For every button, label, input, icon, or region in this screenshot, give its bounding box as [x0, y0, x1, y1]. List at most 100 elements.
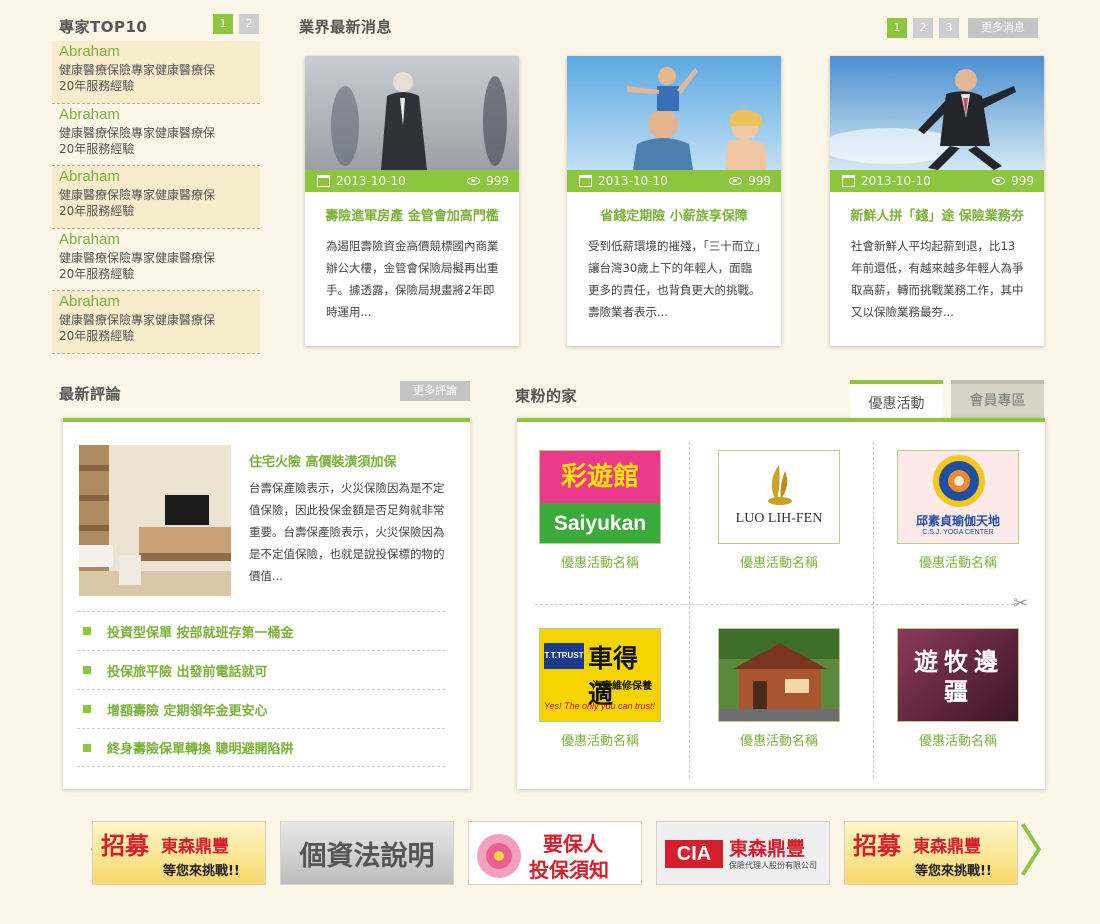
expert-item[interactable]: Abraham 健康醫療保險專家健康醫療保 20年服務經驗	[52, 166, 260, 229]
calendar-icon	[579, 175, 592, 187]
reviews-panel: 住宅火險 高價裝潢須加保 台壽保產險表示，火災保險因為是不定值保險，因此投保金額…	[63, 418, 470, 789]
promo-item[interactable]: 優惠活動名稱	[718, 628, 840, 749]
news-card[interactable]: 2013-10-10 999 新鮮人拼「錢」途 保險業務夯 社會新鮮人平均起薪到…	[830, 56, 1044, 346]
expert-name: Abraham	[59, 168, 120, 185]
expert-name: Abraham	[59, 43, 120, 60]
expert-item[interactable]: Abraham 健康醫療保險專家健康醫療保 20年服務經驗	[52, 104, 260, 166]
news-card-views: 999	[486, 174, 509, 188]
fans-title: 東粉的家	[515, 387, 578, 405]
promo-item[interactable]: LUO LIH-FEN 優惠活動名稱	[718, 450, 840, 571]
news-card-text: 社會新鮮人平均起薪到退，比13年前還低，有越來越多年輕人為爭取高薪，轉而挑戰業務…	[851, 239, 1024, 319]
expert-name: Abraham	[59, 230, 120, 248]
review-list-item[interactable]: 增額壽險 定期領年金更安心	[77, 689, 445, 728]
tab-members[interactable]: 會員專區	[951, 380, 1044, 418]
promo-logo[interactable]	[718, 628, 840, 722]
bullet-icon	[83, 627, 91, 635]
review-list-item[interactable]: 投保旅平險 出發前電話就可	[77, 650, 445, 689]
banner-recruit[interactable]: 招募 東森鼎豐 等您來挑戰!!	[844, 821, 1018, 885]
news-card-text: 為遏阻壽險資金高價競標國內商業辦公大樓，金管會保險局擬再出重手。據透露，保險局規…	[326, 239, 499, 319]
promo-logo[interactable]: LUO LIH-FEN	[718, 450, 840, 544]
banner-company[interactable]: CIA 東森鼎豐 保險代理人股份有限公司	[656, 821, 830, 885]
experts-title: 專家TOP10	[59, 18, 148, 36]
promo-item[interactable]: 遊牧邊疆 優惠活動名稱	[897, 628, 1019, 749]
expert-desc: 健康醫療保險專家健康醫療保 20年服務經驗	[59, 250, 216, 281]
carousel-next-button[interactable]: 〉	[1018, 822, 1074, 884]
news-card-date: 2013-10-10	[336, 174, 406, 188]
news-card-meta: 2013-10-10 999	[305, 170, 519, 192]
bullet-icon	[83, 743, 91, 752]
scissors-icon: ✂	[1013, 593, 1029, 614]
news-page-3[interactable]: 3	[939, 18, 959, 38]
eye-icon	[467, 177, 481, 185]
news-card-image[interactable]	[830, 56, 1044, 170]
promo-logo[interactable]: 彩遊館 Saiyukan	[539, 450, 661, 544]
news-card-title[interactable]: 省錢定期險 小薪族享保障	[567, 205, 781, 224]
tab-promotions[interactable]: 優惠活動	[850, 380, 943, 422]
news-page-2[interactable]: 2	[913, 18, 933, 38]
promo-label: 優惠活動名稱	[918, 734, 997, 749]
news-card-views: 999	[748, 174, 771, 188]
news-card-title[interactable]: 新鮮人拼「錢」途 保險業務夯	[830, 205, 1044, 224]
news-card-meta: 2013-10-10 999	[567, 170, 781, 192]
review-list-item[interactable]: 終身壽險保單轉換 聰明避開陷阱	[77, 728, 445, 767]
review-list-item[interactable]: 投資型保單 按部就班存第一桶金	[77, 611, 445, 650]
banner-privacy-law[interactable]: 個資法說明	[280, 821, 454, 885]
promo-logo[interactable]: 邱素貞瑜伽天地 C.S.J. YOGA CENTER	[897, 450, 1019, 544]
review-featured-image[interactable]	[79, 445, 231, 596]
company-logo-icon: CIA	[665, 840, 723, 868]
experts-page-1[interactable]: 1	[213, 14, 233, 34]
promo-label: 優惠活動名稱	[918, 556, 997, 571]
divider	[689, 442, 690, 778]
calendar-icon	[317, 175, 330, 187]
news-title: 業界最新消息	[299, 18, 393, 36]
bullet-icon	[83, 666, 91, 674]
news-page-1[interactable]: 1	[887, 18, 907, 38]
news-card-views: 999	[1011, 174, 1034, 188]
review-list: 投資型保單 按部就班存第一桶金 投保旅平險 出發前電話就可 增額壽險 定期領年金…	[77, 611, 445, 767]
promo-label: 優惠活動名稱	[739, 556, 818, 571]
promo-label: 優惠活動名稱	[560, 556, 639, 571]
eye-icon	[729, 177, 743, 185]
news-card-date: 2013-10-10	[598, 174, 668, 188]
expert-name: Abraham	[59, 293, 120, 310]
expert-item[interactable]: Abraham 健康醫療保險專家健康醫療保 20年服務經驗	[52, 41, 260, 104]
eye-icon	[992, 177, 1006, 185]
news-card[interactable]: 2013-10-10 999 省錢定期險 小薪族享保障 受到低薪環境的摧殘，「三…	[567, 56, 781, 346]
reviews-more-button[interactable]: 更多評論	[400, 381, 470, 401]
promo-item[interactable]: 彩遊館 Saiyukan 優惠活動名稱	[539, 450, 661, 571]
experts-page-2[interactable]: 2	[239, 14, 259, 34]
banner-recruit[interactable]: 招募 東森鼎豐 等您來挑戰!!	[92, 821, 266, 885]
divider	[535, 604, 1019, 605]
promo-item[interactable]: T.T.TRUST 車得適 汽車維修保養 Yes! The only you c…	[539, 628, 661, 749]
promo-logo[interactable]: 遊牧邊疆	[897, 628, 1019, 722]
news-card-text: 受到低薪環境的摧殘，「三十而立」讓台灣30歲上下的年輕人，面臨更多的責任，也背負…	[588, 239, 761, 319]
promo-item[interactable]: 邱素貞瑜伽天地 C.S.J. YOGA CENTER 優惠活動名稱	[897, 450, 1019, 571]
promo-label: 優惠活動名稱	[560, 734, 639, 749]
news-card-meta: 2013-10-10 999	[830, 170, 1044, 192]
expert-list: Abraham 健康醫療保險專家健康醫療保 20年服務經驗 Abraham 健康醫…	[52, 41, 260, 354]
expert-desc: 健康醫療保險專家健康醫療保 20年服務經驗	[59, 63, 216, 93]
news-pager: 1 2 3	[887, 18, 959, 38]
experts-pager: 1 2	[213, 14, 259, 34]
review-featured-title[interactable]: 住宅火險 高價裝潢須加保	[249, 451, 397, 470]
review-featured-text: 台壽保產險表示，火災保險因為是不定值保險，因此投保金額是否足夠就非常重要。台壽保…	[249, 481, 445, 583]
expert-name: Abraham	[59, 105, 120, 123]
promo-label: 優惠活動名稱	[739, 734, 818, 749]
news-card-image[interactable]	[567, 56, 781, 170]
promo-logo[interactable]: T.T.TRUST 車得適 汽車維修保養 Yes! The only you c…	[539, 628, 661, 722]
fans-panel: ✂ 彩遊館 Saiyukan 優惠活動名稱 LUO LIH-FEN 優惠活動名稱…	[517, 418, 1045, 789]
news-card-date: 2013-10-10	[861, 174, 931, 188]
expert-desc: 健康醫療保險專家健康醫療保 20年服務經驗	[59, 313, 216, 343]
news-card-image[interactable]	[305, 56, 519, 170]
bullet-icon	[83, 705, 91, 713]
news-card[interactable]: 2013-10-10 999 壽險進軍房產 金管會加高門檻 為遏阻壽險資金高價競…	[305, 56, 519, 346]
expert-desc: 健康醫療保險專家健康醫療保 20年服務經驗	[59, 125, 216, 156]
news-more-button[interactable]: 更多消息	[968, 18, 1038, 38]
expert-item[interactable]: Abraham 健康醫療保險專家健康醫療保 20年服務經驗	[52, 229, 260, 291]
reviews-title: 最新評論	[59, 385, 122, 403]
expert-item[interactable]: Abraham 健康醫療保險專家健康醫療保 20年服務經驗	[52, 291, 260, 354]
news-card-title[interactable]: 壽險進軍房產 金管會加高門檻	[305, 205, 519, 224]
banner-policyholder-notice[interactable]: 要保人 投保須知	[468, 821, 642, 885]
expert-desc: 健康醫療保險專家健康醫療保 20年服務經驗	[59, 188, 216, 218]
calendar-icon	[842, 175, 855, 187]
